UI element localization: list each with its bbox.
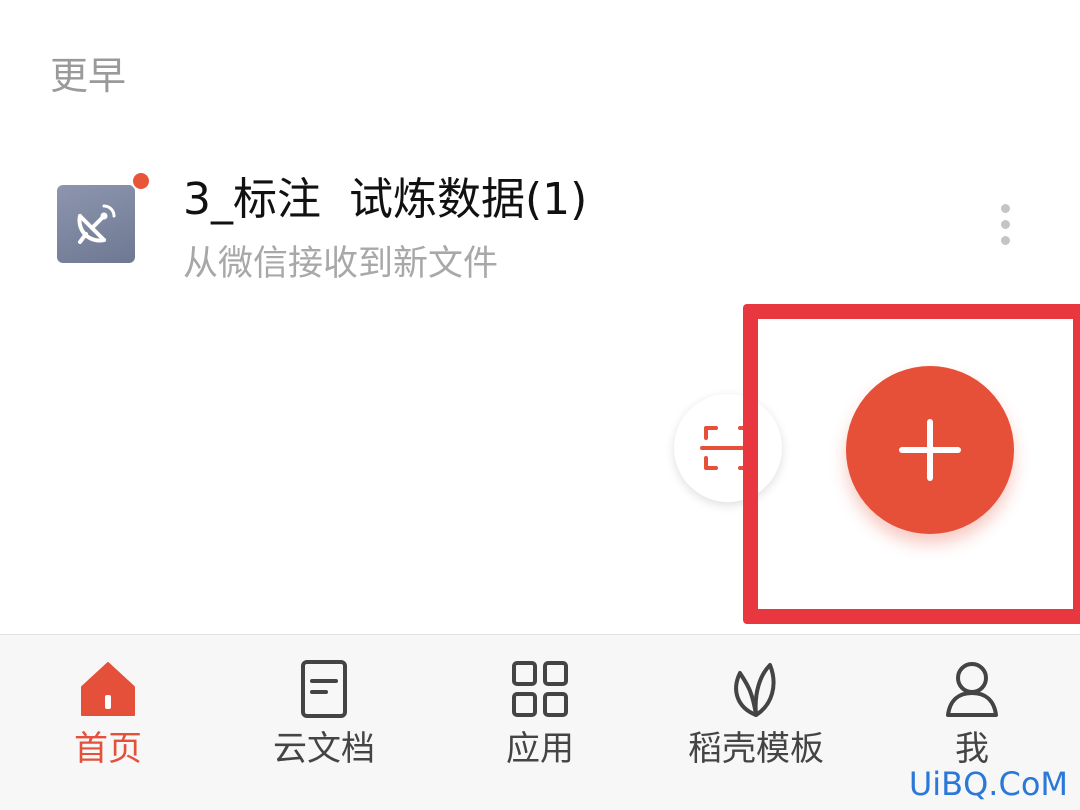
section-header: 更早 xyxy=(50,54,127,98)
document-icon xyxy=(301,660,347,718)
file-name[interactable]: 3_标注 试炼数据(1) xyxy=(183,172,587,228)
tab-home[interactable]: 首页 xyxy=(0,635,216,810)
tab-apps[interactable]: 应用 xyxy=(432,635,648,810)
home-icon xyxy=(81,662,135,716)
tab-apps-label: 应用 xyxy=(506,729,574,769)
user-icon xyxy=(946,662,998,717)
tab-templates-label: 稻壳模板 xyxy=(688,729,824,769)
file-source: 从微信接收到新文件 xyxy=(183,244,499,284)
satellite-dish-icon xyxy=(57,185,135,263)
tab-home-label: 首页 xyxy=(74,729,142,769)
tab-cloud-docs-label: 云文档 xyxy=(273,729,375,769)
file-list-item[interactable]: 3_标注 试炼数据(1) 从微信接收到新文件 xyxy=(0,160,1080,300)
add-button[interactable] xyxy=(846,366,1014,534)
watermark-text: UiBQ.CoM xyxy=(908,765,1068,803)
unread-dot xyxy=(131,171,151,191)
leaf-icon xyxy=(734,663,776,717)
tab-templates[interactable]: 稻壳模板 xyxy=(648,635,864,810)
tab-cloud-docs[interactable]: 云文档 xyxy=(216,635,432,810)
apps-grid-icon xyxy=(512,661,568,717)
plus-icon xyxy=(899,419,961,481)
more-options-icon[interactable] xyxy=(986,200,1026,250)
app-screen: 更早 3_标注 试炼数据(1) 从微信接收到新文件 首页 云文档 应用 稻壳模板… xyxy=(0,0,1080,810)
